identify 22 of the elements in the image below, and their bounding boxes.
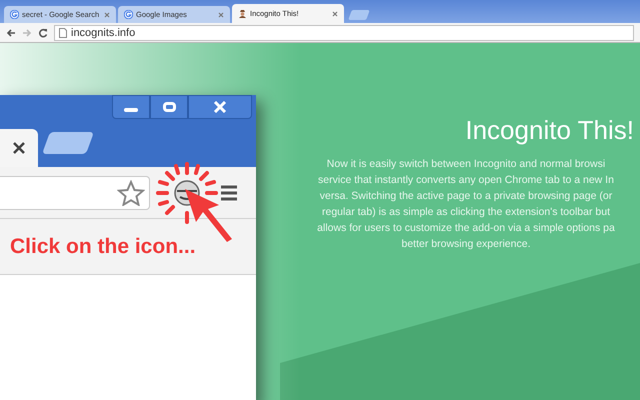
page-icon (59, 28, 67, 38)
url-text: incognits.info (71, 26, 136, 40)
minimize-icon (112, 95, 150, 119)
page-heading: Incognito This! (465, 114, 635, 147)
maximize-icon (150, 95, 188, 119)
google-favicon-icon (10, 10, 19, 19)
forward-icon[interactable] (22, 28, 32, 38)
incognito-favicon-icon (238, 9, 247, 18)
close-icon (13, 142, 25, 154)
close-icon[interactable] (104, 12, 110, 18)
back-icon[interactable] (6, 28, 16, 38)
address-bar[interactable]: incognits.info (54, 24, 634, 40)
reload-icon[interactable] (38, 28, 48, 38)
close-icon[interactable] (332, 10, 338, 16)
new-tab-button[interactable] (348, 10, 370, 20)
close-icon (188, 95, 252, 119)
illustration-caption: Click on the icon... (10, 234, 196, 260)
description-paragraph: Now it is easily switch between Incognito and normal browsi service that instantly converts any open Chrome tab to a new In versa. Switching the active page to a private browsing page (or regular tab) is as simple as clicking the extension's toolbar but allows for users to customize the add-on via a simple options pa better browsing experience. (317, 157, 615, 252)
close-icon[interactable] (218, 12, 224, 18)
menu-icon (220, 184, 238, 200)
star-icon (117, 180, 145, 206)
google-favicon-icon (124, 10, 133, 19)
